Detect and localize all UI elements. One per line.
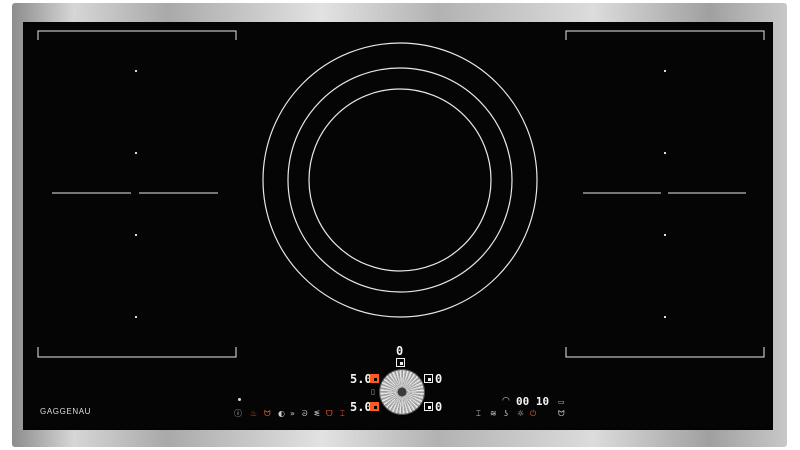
zone-marker-dot bbox=[664, 152, 666, 154]
flexible-zone-icon[interactable]: ≋ bbox=[490, 409, 497, 419]
top-zone-select-button[interactable] bbox=[396, 358, 405, 367]
right-lower-zone-level: 0 bbox=[435, 400, 443, 414]
zone-marker-dot bbox=[135, 234, 137, 236]
left-upper-zone-level: 5.0 bbox=[350, 372, 372, 386]
center-wok-zone bbox=[262, 42, 538, 318]
right-flex-zone bbox=[565, 30, 765, 358]
warming-pot-icon[interactable]: ᗜ bbox=[326, 409, 333, 419]
left-lower-zone-level: 5.0 bbox=[350, 400, 372, 414]
left-upper-zone-select-button[interactable] bbox=[370, 374, 379, 383]
clean-icon[interactable]: ᗢ bbox=[558, 409, 565, 419]
child-lock-icon[interactable]: ☼ bbox=[517, 409, 524, 419]
brand-logo: GAGGENAU bbox=[40, 407, 92, 416]
zone-marker-dot bbox=[135, 152, 137, 154]
power-icon[interactable]: ⏻ bbox=[530, 409, 536, 419]
grill-bracket-icon[interactable]: ⌶ bbox=[340, 409, 345, 419]
fry-icon[interactable]: ᘐ bbox=[302, 409, 308, 419]
zone-marker-dot bbox=[664, 316, 666, 318]
zone-marker-dot bbox=[135, 316, 137, 318]
indicator-dot bbox=[238, 398, 241, 401]
zone-marker-dot bbox=[135, 70, 137, 72]
left-flex-zone bbox=[37, 30, 237, 358]
right-upper-zone-select-button[interactable] bbox=[424, 374, 433, 383]
twist-pad-control-knob[interactable] bbox=[380, 370, 424, 414]
bridge-zone-icon[interactable]: ▯ bbox=[371, 387, 375, 397]
left-lower-zone-select-button[interactable] bbox=[370, 402, 379, 411]
chevrons-icon[interactable]: » bbox=[290, 409, 295, 419]
top-zone-level: 0 bbox=[396, 344, 404, 358]
frying-pan-icon[interactable]: ◐ bbox=[278, 409, 285, 419]
wifi-icon: ◠ bbox=[502, 396, 510, 406]
timer-display: 00 10 bbox=[516, 395, 550, 408]
zone-marker-dot bbox=[664, 234, 666, 236]
pot-icon[interactable]: ♨ bbox=[250, 409, 257, 419]
timer-icon[interactable]: ⌶ bbox=[476, 409, 481, 419]
wok-icon[interactable]: ʖ bbox=[504, 409, 508, 419]
whisk-icon[interactable]: ᓬ bbox=[314, 409, 320, 419]
steam-pot-icon[interactable]: ᗢ bbox=[264, 409, 271, 419]
zone-marker-dot bbox=[664, 70, 666, 72]
right-lower-zone-select-button[interactable] bbox=[424, 402, 433, 411]
timer-indicator-icon: ▭ bbox=[558, 398, 565, 406]
info-icon[interactable]: ⓘ bbox=[234, 409, 242, 419]
right-upper-zone-level: 0 bbox=[435, 372, 443, 386]
